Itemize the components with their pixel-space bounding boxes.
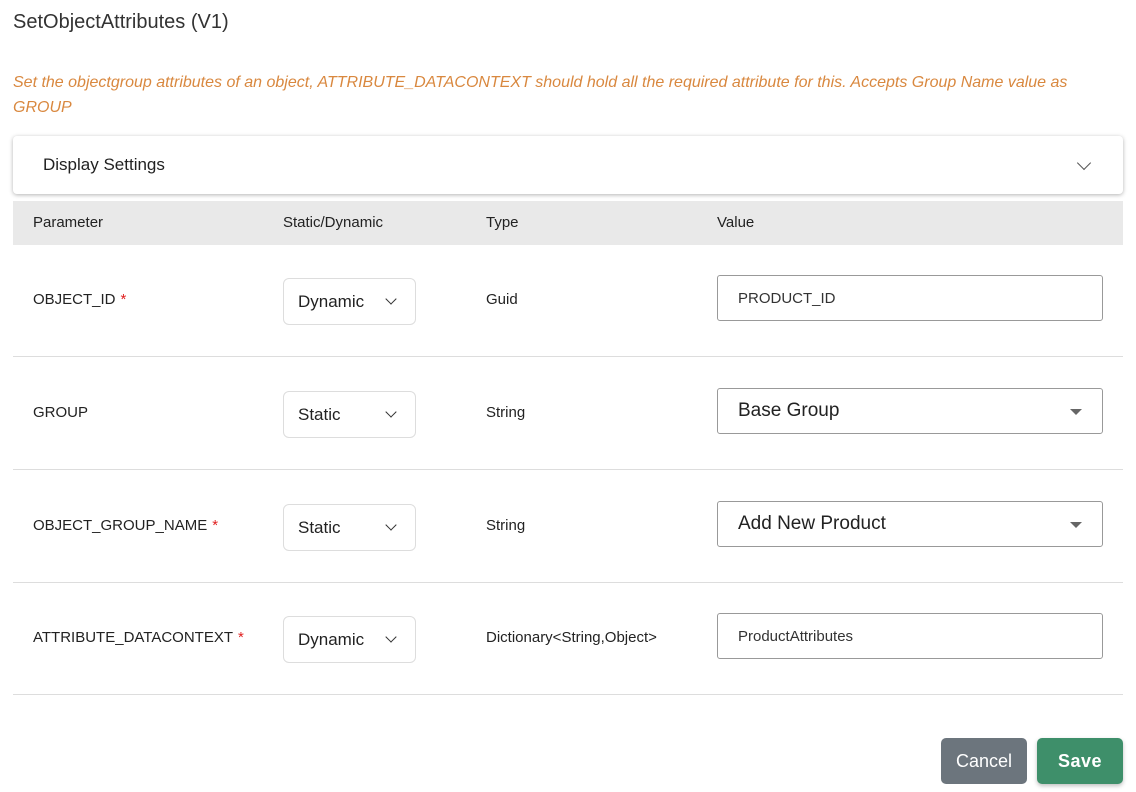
required-marker: *	[120, 291, 127, 308]
header-type: Type	[486, 214, 519, 231]
param-name: ATTRIBUTE_DATACONTEXT *	[33, 629, 244, 646]
param-name: GROUP	[33, 404, 89, 421]
param-type: String	[486, 517, 526, 534]
required-marker: *	[212, 517, 219, 534]
caret-down-icon	[1070, 409, 1082, 415]
header-mode: Static/Dynamic	[283, 214, 384, 231]
table-row: OBJECT_ID * Dynamic Guid PRODUCT_ID	[13, 245, 1123, 357]
table-header: Parameter Static/Dynamic Type Value	[13, 201, 1123, 245]
display-settings-panel[interactable]: Display Settings	[13, 136, 1123, 194]
page-title: SetObjectAttributes (V1)	[13, 11, 229, 33]
value-select[interactable]: Add New Product	[717, 501, 1103, 547]
param-name: OBJECT_ID *	[33, 291, 127, 308]
mode-dropdown[interactable]: Static	[283, 391, 416, 438]
value-input[interactable]: PRODUCT_ID	[717, 275, 1103, 321]
table-row: OBJECT_GROUP_NAME * Static String Add New…	[13, 471, 1123, 583]
chevron-down-icon	[385, 519, 397, 531]
header-parameter: Parameter	[33, 214, 104, 231]
table-row: GROUP Static String Base Group	[13, 358, 1123, 470]
cancel-button[interactable]: Cancel	[941, 738, 1027, 784]
param-name: OBJECT_GROUP_NAME *	[33, 517, 219, 534]
mode-dropdown[interactable]: Dynamic	[283, 616, 416, 663]
param-type: Guid	[486, 291, 518, 308]
chevron-down-icon	[1076, 155, 1092, 171]
save-button[interactable]: Save	[1037, 738, 1123, 784]
table-row: ATTRIBUTE_DATACONTEXT * Dynamic Dictionar…	[13, 583, 1123, 695]
param-type: Dictionary<String,Object>	[486, 629, 657, 646]
mode-dropdown[interactable]: Static	[283, 504, 416, 551]
value-input[interactable]: ProductAttributes	[717, 613, 1103, 659]
caret-down-icon	[1070, 522, 1082, 528]
required-marker: *	[238, 629, 244, 646]
chevron-down-icon	[385, 631, 397, 643]
description: Set the objectgroup attributes of an obj…	[13, 74, 1068, 116]
header-value: Value	[717, 214, 755, 231]
display-settings-label: Display Settings	[43, 155, 165, 174]
chevron-down-icon	[385, 406, 397, 418]
chevron-down-icon	[385, 293, 397, 305]
param-type: String	[486, 404, 526, 421]
mode-dropdown[interactable]: Dynamic	[283, 278, 416, 325]
value-select[interactable]: Base Group	[717, 388, 1103, 434]
